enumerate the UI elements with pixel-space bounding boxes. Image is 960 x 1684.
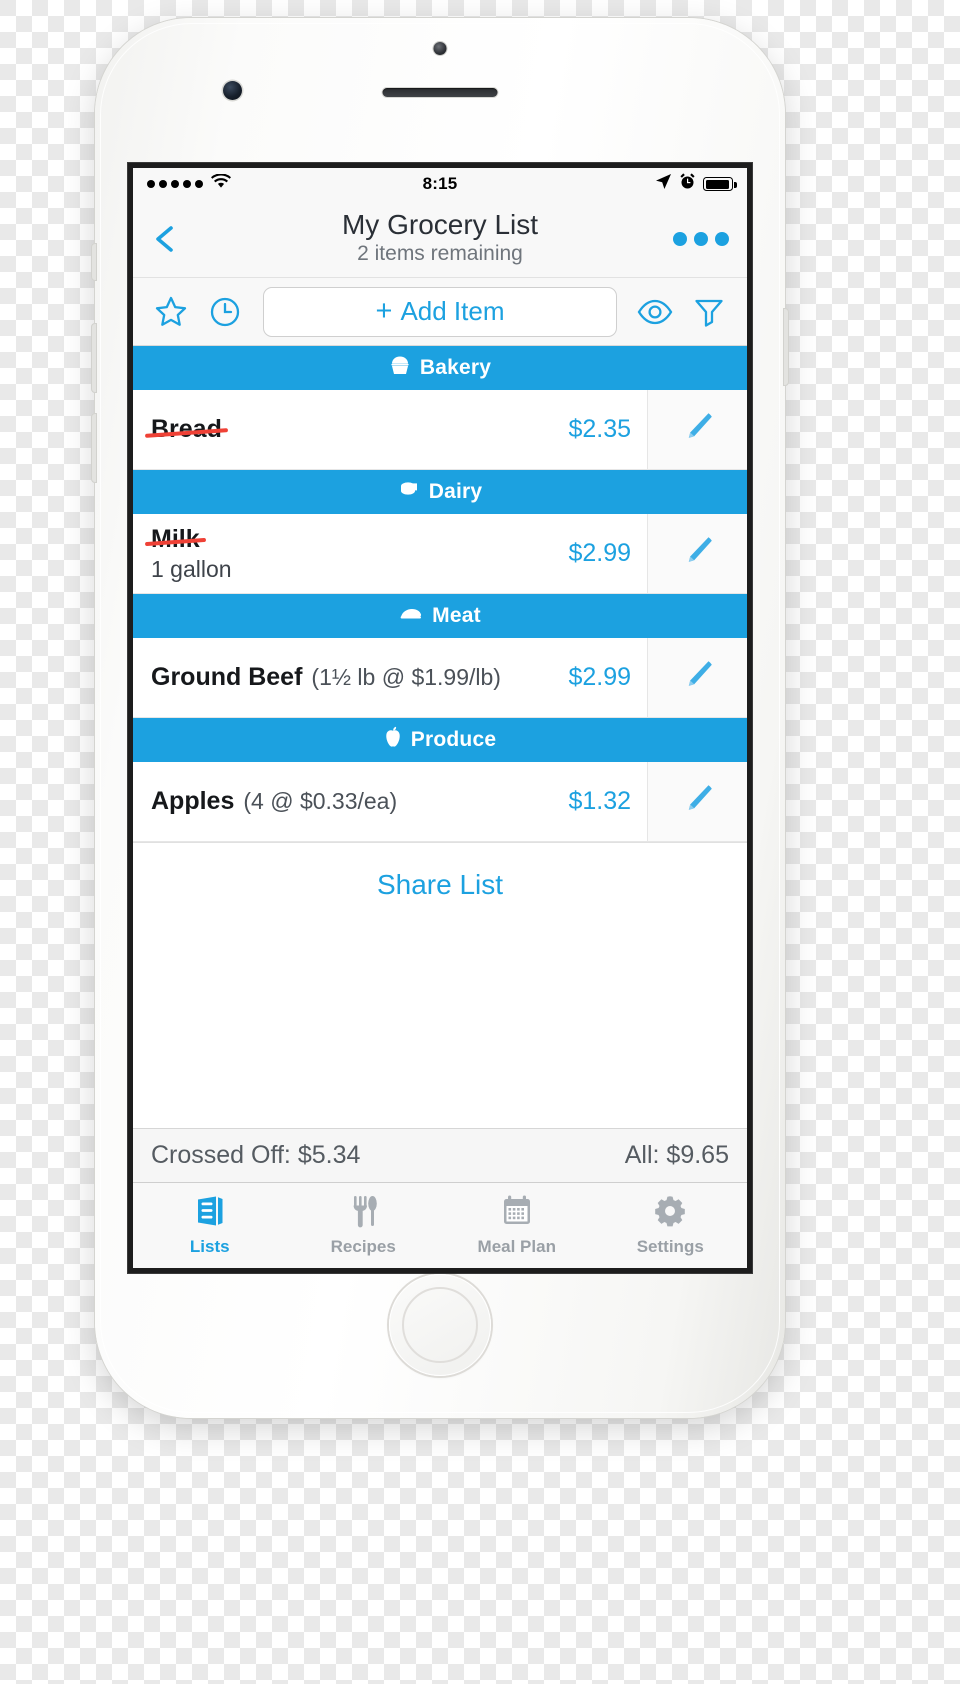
section-header-dairy[interactable]: Dairy xyxy=(133,470,747,514)
section-title: Produce xyxy=(410,728,497,751)
pencil-edit-icon xyxy=(680,657,716,698)
proximity-sensor xyxy=(433,42,447,55)
edit-item-button[interactable] xyxy=(647,390,747,469)
item-name: Milk xyxy=(151,524,200,553)
power-button[interactable] xyxy=(783,308,789,386)
cupcake-icon xyxy=(389,355,411,381)
eye-icon[interactable] xyxy=(633,290,677,334)
star-icon[interactable] xyxy=(149,290,193,334)
section-header-bakery[interactable]: Bakery xyxy=(133,346,747,390)
phone-screen: 8:15 My Grocery List 2 items remaining +… xyxy=(133,168,747,1268)
item-price: $2.35 xyxy=(568,415,631,443)
totals-bar: Crossed Off: $5.34 All: $9.65 xyxy=(133,1128,747,1182)
back-chevron-icon[interactable] xyxy=(151,224,181,254)
edit-item-button[interactable] xyxy=(647,762,747,841)
list-item-row[interactable]: Bread $2.35 xyxy=(133,390,747,470)
tab-lists[interactable]: Lists xyxy=(133,1183,287,1268)
status-bar: 8:15 xyxy=(133,168,747,200)
home-button[interactable] xyxy=(389,1274,491,1376)
pencil-edit-icon xyxy=(680,533,716,574)
page-title: My Grocery List xyxy=(341,208,539,240)
lists-icon xyxy=(192,1194,228,1233)
milk-carton-icon xyxy=(398,479,420,505)
volume-up-button[interactable] xyxy=(91,323,97,393)
item-price: $2.99 xyxy=(568,663,631,691)
silent-switch[interactable] xyxy=(91,243,97,281)
volume-down-button[interactable] xyxy=(91,413,97,483)
list-empty-space xyxy=(133,901,747,1128)
section-title: Dairy xyxy=(428,480,483,503)
list-item-row[interactable]: Ground Beef (1½ lb @ $1.99/lb) $2.99 xyxy=(133,638,747,718)
share-list-button[interactable]: Share List xyxy=(377,869,503,901)
plus-icon: + xyxy=(375,295,393,327)
share-list-section: Share List xyxy=(133,842,747,901)
edit-item-button[interactable] xyxy=(647,638,747,717)
add-item-label: Add Item xyxy=(400,296,505,326)
earpiece-speaker xyxy=(382,88,498,97)
item-price: $2.99 xyxy=(568,539,631,567)
battery-icon xyxy=(703,177,737,191)
gear-icon xyxy=(653,1194,687,1233)
tab-label: Recipes xyxy=(330,1237,396,1256)
item-name: Apples xyxy=(151,787,235,815)
section-header-produce[interactable]: Produce xyxy=(133,718,747,762)
tab-label: Meal Plan xyxy=(477,1237,556,1256)
location-arrow-icon xyxy=(655,173,672,195)
more-options-icon[interactable] xyxy=(673,231,729,246)
tab-meal-plan[interactable]: Meal Plan xyxy=(440,1183,594,1268)
item-name: Ground Beef xyxy=(151,663,303,691)
list-item-content[interactable]: Milk 1 gallon $2.99 xyxy=(133,514,647,593)
tab-settings[interactable]: Settings xyxy=(594,1183,748,1268)
all-total: All: $9.65 xyxy=(624,1141,729,1169)
item-subtitle: 1 gallon xyxy=(151,555,232,582)
tab-label: Settings xyxy=(636,1237,704,1256)
tab-recipes[interactable]: Recipes xyxy=(287,1183,441,1268)
section-title: Bakery xyxy=(419,356,492,379)
list-item-row[interactable]: Milk 1 gallon $2.99 xyxy=(133,514,747,594)
item-quantity: (4 @ $0.33/ea) xyxy=(243,788,398,814)
tab-label: Lists xyxy=(189,1237,230,1256)
add-item-button[interactable]: + Add Item xyxy=(263,286,617,337)
item-name: Bread xyxy=(151,415,222,443)
apple-icon xyxy=(384,726,402,754)
list-item-content[interactable]: Ground Beef (1½ lb @ $1.99/lb) $2.99 xyxy=(133,638,647,717)
item-price: $1.32 xyxy=(568,787,631,815)
item-quantity: (1½ lb @ $1.99/lb) xyxy=(311,664,501,690)
calendar-icon xyxy=(500,1194,534,1233)
clock-icon[interactable] xyxy=(203,290,247,334)
list-item-content[interactable]: Apples (4 @ $0.33/ea) $1.32 xyxy=(133,762,647,841)
utensils-icon xyxy=(346,1194,380,1233)
items-remaining-label: 2 items remaining xyxy=(357,242,523,266)
funnel-filter-icon[interactable] xyxy=(687,290,731,334)
pencil-edit-icon xyxy=(680,409,716,450)
section-header-meat[interactable]: Meat xyxy=(133,594,747,638)
meat-icon xyxy=(399,604,423,628)
grocery-list: Bakery Bread $2.35 Dairy Milk 1 gallon $… xyxy=(133,346,747,901)
navigation-bar: My Grocery List 2 items remaining xyxy=(133,200,747,278)
tab-bar: Lists Recipes Meal Plan Settings xyxy=(133,1182,747,1268)
edit-item-button[interactable] xyxy=(647,514,747,593)
section-title: Meat xyxy=(432,604,481,627)
iphone-device: 8:15 My Grocery List 2 items remaining +… xyxy=(91,18,789,1418)
alarm-clock-icon xyxy=(679,173,696,195)
list-item-content[interactable]: Bread $2.35 xyxy=(133,390,647,469)
list-toolbar: + Add Item xyxy=(133,278,747,346)
pencil-edit-icon xyxy=(680,781,716,822)
crossed-off-total: Crossed Off: $5.34 xyxy=(151,1141,361,1169)
front-camera xyxy=(223,81,242,100)
list-item-row[interactable]: Apples (4 @ $0.33/ea) $1.32 xyxy=(133,762,747,842)
